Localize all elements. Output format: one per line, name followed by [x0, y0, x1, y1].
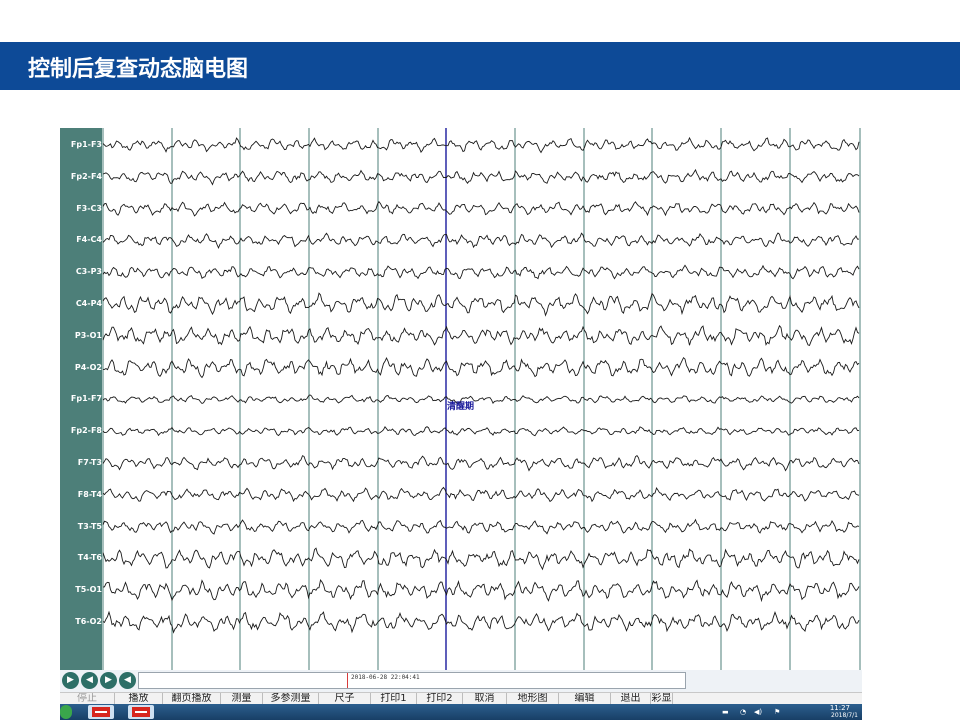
- channel-label-column: Fp1-F3 Fp2-F4 F3-C3 F4-C4 C3-P3 C4-P4 P3-O1 P4-…: [60, 128, 102, 670]
- channel-label: F8-T4: [77, 489, 102, 499]
- slide-title: 控制后复查动态脑电图: [28, 57, 249, 82]
- keyboard-icon[interactable]: ▬: [722, 708, 729, 716]
- start-button[interactable]: [60, 705, 72, 719]
- back-icon[interactable]: ◀: [119, 672, 136, 689]
- eeg-trace: [102, 394, 860, 405]
- channel-label: P4-O2: [74, 362, 102, 372]
- timestamp: 2018-06-28 22:04:41: [351, 674, 420, 681]
- volume-icon[interactable]: ◀): [754, 708, 762, 716]
- eeg-trace: [103, 356, 860, 379]
- channel-label: P3-O1: [74, 330, 102, 340]
- eeg-trace: [102, 579, 860, 603]
- play-icon[interactable]: ▶: [62, 672, 79, 689]
- eeg-trace: [102, 264, 860, 280]
- eeg-trace: [102, 292, 860, 317]
- channel-label: Fp1-F7: [70, 394, 102, 404]
- timeline-cursor[interactable]: [347, 673, 348, 688]
- taskbar-app-eeg-2[interactable]: [128, 705, 154, 719]
- eeg-trace: [102, 610, 860, 634]
- timeline-scrubber[interactable]: 2018-06-28 22:04:41: [138, 672, 686, 689]
- channel-label: T5-O1: [75, 585, 102, 595]
- playback-controls: ▶ ◀ ▶ ◀ 2018-06-28 22:04:41: [60, 670, 862, 692]
- flag-icon[interactable]: ⚑: [774, 708, 780, 716]
- channel-label: Fp1-F3: [70, 140, 102, 149]
- skip-back-icon[interactable]: ◀: [81, 672, 98, 689]
- channel-label: Fp2-F8: [70, 426, 102, 436]
- system-tray: ▬ ◔ ◀) ⚑ 11:27 2018/7/1: [718, 704, 858, 720]
- eeg-software-window: Fp1-F3 Fp2-F4 F3-C3 F4-C4 C3-P3 C4-P4 P3-O1 P4-…: [60, 128, 862, 720]
- channel-label: T4-T6: [77, 553, 102, 563]
- channel-label: T6-O2: [75, 617, 102, 626]
- eeg-trace: [102, 168, 860, 186]
- channel-label: C3-P3: [75, 267, 102, 277]
- windows-taskbar: ▬ ◔ ◀) ⚑ 11:27 2018/7/1: [60, 704, 862, 720]
- channel-label: F4-C4: [76, 235, 102, 245]
- eeg-trace: [102, 136, 860, 154]
- forward-icon[interactable]: ▶: [100, 672, 117, 689]
- taskbar-app-eeg-1[interactable]: [88, 705, 114, 719]
- channel-label: C4-P4: [75, 299, 102, 308]
- channel-label: F7-T3: [77, 458, 102, 467]
- eeg-trace: [102, 324, 860, 346]
- network-icon[interactable]: ◔: [740, 708, 746, 716]
- clock-time: 11:27: [829, 704, 850, 712]
- slide-title-bar: 控制后复查动态脑电图: [0, 42, 960, 90]
- eeg-trace: [102, 201, 860, 217]
- eeg-trace: [102, 547, 860, 571]
- sleep-stage-marker-label: 清醒期: [447, 402, 475, 412]
- eeg-trace: [102, 518, 860, 535]
- channel-label: F3-C3: [76, 203, 102, 213]
- eeg-app-icon: [132, 707, 150, 717]
- eeg-trace: [102, 425, 860, 437]
- eeg-trace: [102, 232, 860, 250]
- eeg-app-icon: [92, 707, 110, 717]
- eeg-trace: [102, 454, 860, 472]
- eeg-panel: Fp1-F3 Fp2-F4 F3-C3 F4-C4 C3-P3 C4-P4 P3-O1 P4-…: [60, 128, 862, 670]
- channel-label: T3-T5: [77, 521, 102, 531]
- eeg-trace: [102, 486, 860, 503]
- clock-date: 2018/7/1: [831, 712, 858, 719]
- channel-label: Fp2-F4: [70, 171, 102, 181]
